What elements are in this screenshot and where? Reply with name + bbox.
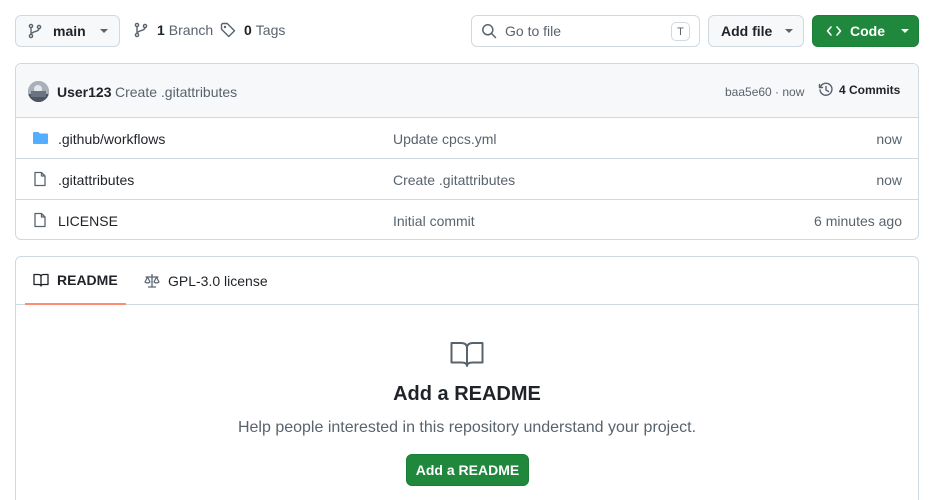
tab-license-label: GPL-3.0 license bbox=[168, 273, 268, 289]
file-row[interactable]: .github/workflows Update cpcs.yml now bbox=[16, 118, 918, 159]
file-row[interactable]: LICENSE Initial commit 6 minutes ago bbox=[16, 200, 918, 239]
commits-count-label: 4 Commits bbox=[839, 83, 901, 97]
user-avatar-image bbox=[28, 81, 49, 102]
commit-message[interactable]: Create .gitattributes bbox=[115, 84, 237, 100]
go-to-file-search[interactable]: T bbox=[471, 15, 700, 47]
tags-link[interactable]: 0 Tags bbox=[220, 22, 285, 38]
tab-readme-label: README bbox=[57, 272, 118, 288]
history-icon bbox=[818, 82, 833, 96]
commit-sha-time[interactable]: baa5e60 · now bbox=[725, 85, 804, 99]
file-commit-message[interactable]: Update cpcs.yml bbox=[393, 131, 496, 147]
add-file-label: Add file bbox=[721, 23, 773, 39]
code-icon bbox=[826, 26, 842, 36]
file-commit-message[interactable]: Initial commit bbox=[393, 213, 475, 229]
readme-panel: README GPL-3.0 license Add a README Help… bbox=[15, 256, 919, 500]
branches-link[interactable]: 1 Branch bbox=[133, 22, 213, 38]
latest-commit-bar: User123 Create .gitattributes baa5e60 · … bbox=[16, 64, 918, 118]
file-icon bbox=[34, 171, 46, 187]
book-icon bbox=[33, 273, 49, 287]
tab-license[interactable]: GPL-3.0 license bbox=[136, 257, 276, 305]
tags-count: 0 bbox=[244, 22, 252, 38]
file-name[interactable]: LICENSE bbox=[58, 213, 118, 229]
tab-readme[interactable]: README bbox=[25, 257, 126, 305]
branch-select-button[interactable]: main bbox=[15, 15, 120, 47]
repo-toolbar: main 1 Branch 0 Tags T Add file bbox=[0, 0, 930, 64]
chevron-down-icon bbox=[785, 29, 794, 33]
chevron-down-icon bbox=[99, 29, 108, 33]
git-branch-icon bbox=[28, 23, 42, 39]
branches-label: Branch bbox=[168, 22, 214, 38]
chevron-down-icon bbox=[901, 29, 909, 33]
code-label: Code bbox=[850, 23, 885, 39]
file-name[interactable]: .gitattributes bbox=[58, 172, 134, 188]
tag-icon bbox=[220, 22, 236, 38]
add-file-button[interactable]: Add file bbox=[708, 15, 804, 47]
readme-empty-description: Help people interested in this repositor… bbox=[237, 419, 697, 436]
tags-label: Tags bbox=[255, 22, 286, 38]
search-icon bbox=[482, 24, 497, 39]
code-button[interactable]: Code bbox=[812, 15, 919, 47]
readme-tabs: README GPL-3.0 license bbox=[16, 257, 918, 305]
file-commit-time: 6 minutes ago bbox=[814, 213, 902, 229]
commits-history-link[interactable]: 4 Commits bbox=[818, 82, 900, 98]
add-readme-button[interactable]: Add a README bbox=[406, 454, 529, 486]
branch-name: main bbox=[53, 23, 86, 39]
keyboard-shortcut-hint: T bbox=[671, 22, 690, 41]
file-commit-time: now bbox=[876, 172, 902, 188]
book-icon bbox=[450, 342, 484, 367]
file-commit-time: now bbox=[876, 131, 902, 147]
file-icon bbox=[34, 212, 46, 228]
commit-author[interactable]: User123 bbox=[57, 84, 112, 100]
law-scale-icon bbox=[144, 273, 160, 288]
go-to-file-input[interactable] bbox=[505, 23, 655, 39]
avatar[interactable] bbox=[28, 81, 49, 102]
branches-count: 1 bbox=[157, 22, 165, 38]
readme-empty-title: Add a README bbox=[393, 383, 541, 405]
file-name[interactable]: .github/workflows bbox=[58, 131, 165, 147]
file-list: User123 Create .gitattributes baa5e60 · … bbox=[15, 63, 919, 240]
git-branch-icon bbox=[134, 22, 148, 38]
file-row[interactable]: .gitattributes Create .gitattributes now bbox=[16, 159, 918, 200]
file-commit-message[interactable]: Create .gitattributes bbox=[393, 172, 515, 188]
folder-icon bbox=[33, 132, 48, 144]
